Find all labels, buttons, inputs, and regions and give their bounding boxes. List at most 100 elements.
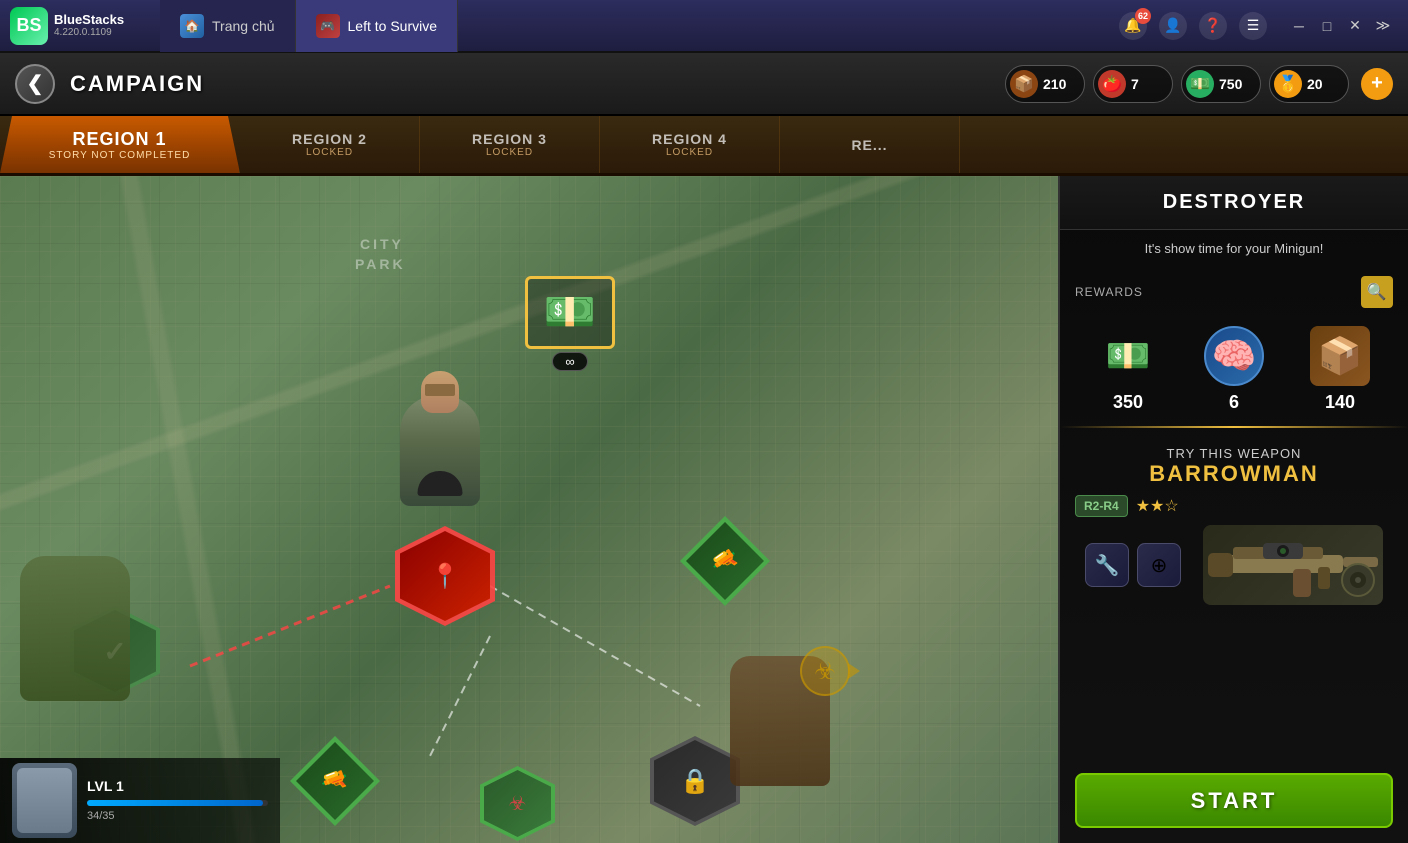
region-3-tab[interactable]: REGION 3 LOCKED — [420, 116, 600, 173]
bs-icon: BS — [10, 7, 48, 45]
region-1-status: STORY NOT COMPLETED — [49, 150, 191, 161]
region-4-status: LOCKED — [666, 147, 713, 158]
tab-game[interactable]: 🎮 Left to Survive — [296, 0, 459, 52]
region-2-tab[interactable]: REGION 2 LOCKED — [240, 116, 420, 173]
weapon-image-area — [1181, 525, 1383, 605]
cash-pile-infinity: ∞ — [552, 352, 587, 371]
bs-name: BlueStacks — [54, 12, 124, 28]
regions-bar: REGION 1 STORY NOT COMPLETED REGION 2 LO… — [0, 116, 1408, 176]
tab-game-label: Left to Survive — [348, 18, 438, 34]
cash-reward-icon: 💵 — [1098, 326, 1158, 386]
gold-divider — [1060, 426, 1408, 428]
weapon-stars: ★★☆ — [1136, 496, 1179, 516]
region-2-name: REGION 2 — [292, 131, 367, 147]
back-button[interactable]: ❮ — [15, 64, 55, 104]
cash-reward-value: 350 — [1113, 392, 1143, 413]
top-bar: ❮ CAMPAIGN 📦 210 🍅 7 💵 750 🥇 20 + — [0, 53, 1408, 116]
cash-reward: 💵 350 — [1098, 326, 1158, 413]
cash-pile-icon: 💵 — [544, 288, 596, 337]
sniper-node[interactable]: 🔫 — [680, 516, 770, 606]
machinegun-node[interactable]: 🔫 — [290, 736, 380, 826]
weapon-svg — [1203, 525, 1383, 605]
gold-icon: 🥇 — [1274, 70, 1302, 98]
region-3-name: REGION 3 — [472, 131, 547, 147]
player-info: LVL 1 34/35 — [87, 778, 268, 824]
crate-reward-value: 140 — [1325, 392, 1355, 413]
main-content: CITY PARK KINGS HEIGHTS 💵 — [0, 176, 1408, 843]
player-avatar-inner — [17, 768, 72, 833]
region-1-tab[interactable]: REGION 1 STORY NOT COMPLETED — [0, 116, 240, 173]
active-mission-node[interactable]: 📍 — [395, 526, 495, 626]
weapon-rating-row: R2-R4 ★★☆ — [1075, 495, 1393, 517]
weapon-section: TRY THIS WEAPON BARROWMAN R2-R4 ★★☆ 🔧 ⊕ — [1060, 436, 1408, 615]
weapon-icon-1[interactable]: 🔧 — [1085, 543, 1129, 587]
gold-resource: 🥇 20 — [1269, 65, 1349, 103]
search-button[interactable]: 🔍 — [1361, 276, 1393, 308]
tab-bar: 🏠 Trang chủ 🎮 Left to Survive — [160, 0, 1104, 52]
weapon-icons: 🔧 ⊕ — [1085, 543, 1181, 587]
cash-pile-node[interactable]: 💵 ∞ — [520, 276, 620, 371]
tab-home[interactable]: 🏠 Trang chủ — [160, 0, 296, 52]
machinegun-icon: 🔫 — [318, 764, 353, 798]
panel-spacer — [1060, 615, 1408, 773]
rewards-header: REWARDS 🔍 — [1060, 268, 1408, 316]
brain-reward: 🧠 6 — [1204, 326, 1264, 413]
weapon-icon-2[interactable]: ⊕ — [1137, 543, 1181, 587]
region-4-name: REGION 4 — [652, 131, 727, 147]
notification-badge: 62 — [1135, 8, 1151, 24]
titlebar: BS BlueStacks 4.220.0.1109 🏠 Trang chủ 🎮… — [0, 0, 1408, 53]
zombie-mission-node[interactable]: ☣ 4 — [480, 766, 555, 841]
crate-reward-icon: 📦 — [1310, 326, 1370, 386]
food-icon: 🍅 — [1098, 70, 1126, 98]
menu-btn[interactable]: ☰ — [1239, 12, 1267, 40]
window-buttons: ─ □ ✕ ≫ — [1289, 16, 1393, 36]
tab-home-label: Trang chủ — [212, 18, 275, 34]
player-xp-text: 34/35 — [87, 810, 115, 822]
close-btn[interactable]: ✕ — [1345, 16, 1365, 36]
bluestacks-logo: BS BlueStacks 4.220.0.1109 — [0, 7, 160, 45]
game-tab-icon: 🎮 — [316, 14, 340, 38]
titlebar-controls: 🔔 62 👤 ❓ ☰ ─ □ ✕ ≫ — [1104, 12, 1408, 40]
map-area: CITY PARK KINGS HEIGHTS 💵 — [0, 176, 1058, 843]
completed-node[interactable]: ✓ — [70, 606, 160, 696]
wood-value: 210 — [1043, 76, 1066, 92]
region-2-status: LOCKED — [306, 147, 353, 158]
region-1-name: REGION 1 — [72, 129, 166, 150]
player-avatar — [12, 763, 77, 838]
minimize-btn[interactable]: ─ — [1289, 16, 1309, 36]
wood-resource: 📦 210 — [1005, 65, 1085, 103]
player-xp-fill — [87, 800, 263, 806]
panel-subtitle: It's show time for your Minigun! — [1060, 230, 1408, 268]
weapon-name: BARROWMAN — [1075, 461, 1393, 487]
help-btn[interactable]: ❓ — [1199, 12, 1227, 40]
start-button[interactable]: START — [1075, 773, 1393, 828]
user-btn[interactable]: 👤 — [1159, 12, 1187, 40]
brain-reward-value: 6 — [1229, 392, 1239, 413]
player-level: LVL 1 — [87, 778, 124, 794]
weapon-visual — [1203, 525, 1383, 605]
home-tab-icon: 🏠 — [180, 14, 204, 38]
maximize-btn[interactable]: □ — [1317, 16, 1337, 36]
checkmark-icon: ✓ — [103, 635, 126, 668]
extend-btn[interactable]: ≫ — [1373, 16, 1393, 36]
game-area: ❮ CAMPAIGN 📦 210 🍅 7 💵 750 🥇 20 + — [0, 53, 1408, 843]
region-5-tab[interactable]: RE... — [780, 116, 960, 173]
rewards-label: REWARDS — [1075, 285, 1143, 299]
cash-resource: 💵 750 — [1181, 65, 1261, 103]
cash-pile-box: 💵 — [525, 276, 615, 349]
bs-version: 4.220.0.1109 — [54, 27, 124, 39]
right-panel: DESTROYER It's show time for your Minigu… — [1058, 176, 1408, 843]
rewards-row: 💵 350 🧠 6 📦 140 — [1060, 316, 1408, 418]
region-3-status: LOCKED — [486, 147, 533, 158]
mission-icon: 📍 — [430, 562, 460, 591]
crate-reward: 📦 140 — [1310, 326, 1370, 413]
player-xp-bar — [87, 800, 268, 806]
add-resources-button[interactable]: + — [1361, 68, 1393, 100]
player-bar: LVL 1 34/35 — [0, 758, 280, 843]
cash-value: 750 — [1219, 76, 1242, 92]
weapon-row: 🔧 ⊕ — [1075, 525, 1393, 605]
locked-node[interactable]: 🔒 — [650, 736, 740, 826]
region-4-tab[interactable]: REGION 4 LOCKED — [600, 116, 780, 173]
notification-btn[interactable]: 🔔 62 — [1119, 12, 1147, 40]
food-value: 7 — [1131, 76, 1139, 92]
